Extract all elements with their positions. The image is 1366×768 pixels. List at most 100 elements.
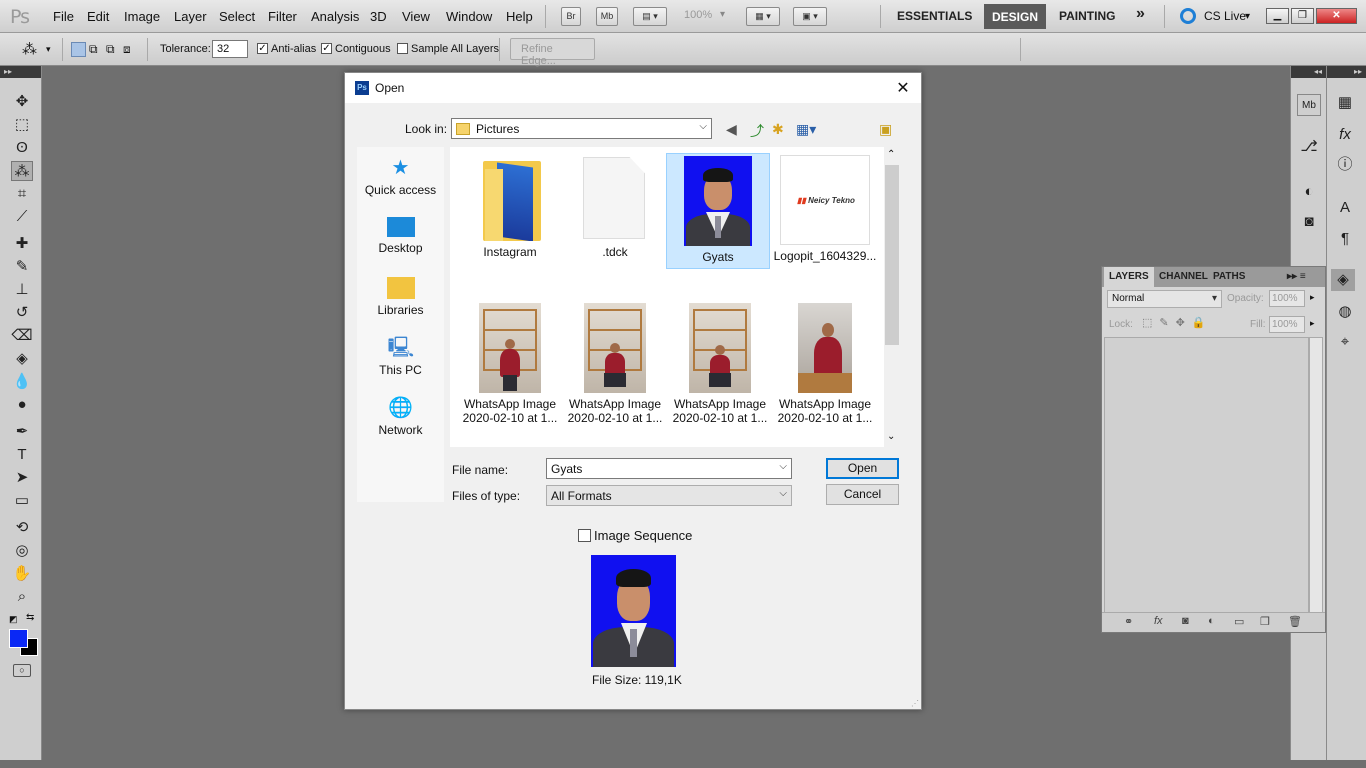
more-workspaces-icon[interactable]: » (1136, 5, 1145, 23)
minimize-button[interactable]: ▁ (1266, 8, 1289, 24)
up-folder-icon[interactable]: ⤴ (750, 121, 764, 141)
file-item-whatsapp-3[interactable]: WhatsApp Image 2020-02-10 at 1... (668, 303, 772, 433)
info-panel-icon[interactable]: ⓘ (1333, 154, 1357, 176)
panel-menu-icon[interactable]: ▸▸ ≡ (1282, 267, 1311, 287)
adjustments-panel-icon[interactable]: ◐ (1297, 181, 1321, 203)
intersect-selection-icon[interactable]: ⧈ (123, 42, 131, 57)
refine-edge-button[interactable]: Refine Edge... (510, 38, 595, 67)
opacity-slider-icon[interactable]: ▸ (1310, 292, 1315, 303)
type-tool-icon[interactable]: T (11, 445, 33, 465)
antialias-checkbox[interactable]: ✓ (257, 43, 268, 54)
place-quick-access[interactable]: ★ Quick access (357, 157, 444, 197)
menu-3d[interactable]: 3D (370, 9, 387, 24)
healing-brush-tool-icon[interactable]: ✚ (11, 234, 33, 254)
menu-help[interactable]: Help (506, 9, 533, 24)
workspace-design[interactable]: DESIGN (984, 4, 1047, 29)
history-brush-tool-icon[interactable]: ↺ (11, 303, 33, 323)
image-sequence-checkbox[interactable] (578, 529, 591, 542)
move-tool-icon[interactable]: ✥ (11, 92, 33, 112)
layers-scrollbar[interactable] (1309, 337, 1323, 613)
menu-edit[interactable]: Edit (87, 9, 109, 24)
scroll-down-icon[interactable]: ⌄ (887, 431, 895, 442)
link-layers-icon[interactable]: ⚭ (1124, 615, 1133, 628)
path-selection-tool-icon[interactable]: ➤ (11, 468, 33, 488)
paragraph-panel-icon[interactable]: ¶ (1333, 228, 1357, 250)
bridge-folder-icon[interactable]: ▣ (879, 121, 892, 138)
file-item-tdck[interactable]: .tdck (563, 155, 667, 267)
back-icon[interactable]: ◀ (726, 121, 737, 138)
open-button[interactable]: Open (826, 458, 899, 479)
file-item-logopit[interactable]: ▮▮ Neicy Tekno Logopit_1604329... (773, 155, 877, 267)
3d-rotate-tool-icon[interactable]: ⟲ (11, 518, 33, 538)
place-libraries[interactable]: Libraries (357, 277, 444, 317)
quick-selection-tool-icon[interactable]: ⁂ (11, 161, 33, 181)
new-layer-icon[interactable]: ❐ (1260, 615, 1270, 628)
file-item-whatsapp-1[interactable]: WhatsApp Image 2020-02-10 at 1... (458, 303, 562, 433)
clone-stamp-tool-icon[interactable]: ⊥ (11, 280, 33, 300)
hand-tool-icon[interactable]: ✋ (11, 564, 33, 584)
zoom-tool-icon[interactable]: ⌕ (11, 587, 33, 607)
close-window-button[interactable]: ✕ (1316, 8, 1357, 24)
new-selection-icon[interactable] (71, 42, 86, 57)
crop-tool-icon[interactable]: ⌗ (11, 184, 33, 204)
place-desktop[interactable]: Desktop (357, 217, 444, 255)
masks-panel-icon[interactable]: ◙ (1297, 211, 1321, 233)
resize-grip-icon[interactable]: ⋰ (911, 699, 919, 708)
cancel-button[interactable]: Cancel (826, 484, 899, 505)
subtract-from-selection-icon[interactable]: ⧉ (106, 42, 115, 57)
adjustment-layer-icon[interactable]: ◐ (1208, 615, 1215, 627)
quick-mask-icon[interactable]: ○ (13, 664, 31, 677)
file-item-whatsapp-4[interactable]: WhatsApp Image 2020-02-10 at 1... (773, 303, 877, 433)
files-of-type-select[interactable]: All Formats ⌵ (546, 485, 792, 506)
new-group-icon[interactable]: ▭ (1234, 615, 1244, 628)
delete-layer-icon[interactable]: 🗑 (1288, 615, 1302, 628)
brush-tool-icon[interactable]: ✎ (11, 257, 33, 277)
workspace-painting[interactable]: PAINTING (1059, 9, 1115, 23)
quick-selection-tool-preset-icon[interactable]: ⁂ (22, 40, 37, 58)
channels-panel-icon[interactable]: ◍ (1333, 301, 1357, 323)
lock-options-icon[interactable]: ⬚✎✥🔒 (1142, 316, 1213, 329)
character-panel-icon[interactable]: A (1333, 197, 1357, 219)
bridge-button[interactable]: Br (561, 7, 581, 26)
menu-view[interactable]: View (402, 9, 430, 24)
contiguous-checkbox[interactable]: ✓ (321, 43, 332, 54)
file-item-whatsapp-2[interactable]: WhatsApp Image 2020-02-10 at 1... (563, 303, 667, 433)
blur-tool-icon[interactable]: 💧 (11, 372, 33, 392)
foreground-color-swatch[interactable] (9, 629, 28, 648)
menu-filter[interactable]: Filter (268, 9, 297, 24)
swap-colors-icon[interactable]: ⇆ (26, 612, 34, 623)
mini-bridge-button[interactable]: Mb (596, 7, 618, 26)
scrollbar-thumb[interactable] (885, 165, 899, 345)
restore-button[interactable]: ❐ (1291, 8, 1314, 24)
add-to-selection-icon[interactable]: ⧉ (89, 42, 98, 57)
zoom-level[interactable]: 100% (684, 9, 712, 21)
fill-slider-icon[interactable]: ▸ (1310, 318, 1315, 329)
dock-header[interactable]: ▸▸ (1327, 66, 1366, 78)
pen-tool-icon[interactable]: ✒ (11, 422, 33, 442)
paint-bucket-tool-icon[interactable]: ◈ (11, 349, 33, 369)
menu-file[interactable]: File (53, 9, 74, 24)
menu-window[interactable]: Window (446, 9, 492, 24)
tools-panel-header[interactable]: ▸▸ (0, 66, 41, 78)
dodge-tool-icon[interactable]: ● (11, 395, 33, 415)
workspace-essentials[interactable]: ESSENTIALS (897, 9, 972, 23)
chevron-down-icon[interactable]: ▾ (720, 9, 725, 20)
marquee-tool-icon[interactable]: ⬚ (11, 115, 33, 135)
file-list-scrollbar[interactable]: ⌃ ⌄ (884, 147, 900, 447)
tolerance-input[interactable]: 32 (212, 40, 248, 58)
file-item-gyats[interactable]: Gyats (666, 153, 770, 269)
eraser-tool-icon[interactable]: ⌫ (11, 326, 33, 346)
styles-panel-icon[interactable]: fx (1333, 124, 1357, 146)
arrange-documents-button[interactable]: ▦ ▾ (746, 7, 780, 26)
place-network[interactable]: 🌐 Network (357, 397, 444, 437)
chevron-down-icon[interactable]: ▾ (46, 44, 51, 55)
default-colors-icon[interactable]: ◩ (9, 614, 18, 625)
layers-list[interactable] (1104, 337, 1309, 613)
layer-mask-icon[interactable]: ◙ (1182, 615, 1189, 627)
file-item-instagram[interactable]: Instagram (458, 155, 562, 267)
opacity-input[interactable]: 100% (1269, 290, 1305, 307)
menu-image[interactable]: Image (124, 9, 160, 24)
tab-paths[interactable]: PATHS (1208, 267, 1250, 287)
tab-channels[interactable]: CHANNEL (1154, 267, 1213, 287)
eyedropper-tool-icon[interactable]: ⟋ (11, 207, 33, 227)
